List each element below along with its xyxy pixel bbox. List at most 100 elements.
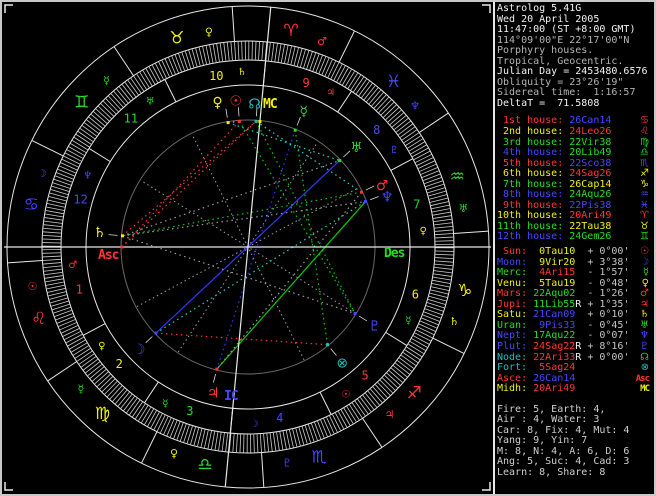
ic-label: IC: [224, 389, 238, 404]
house-cusp-value: 24Gem26: [569, 231, 612, 243]
leo-icon: ♌: [640, 126, 649, 138]
degree-tick: [413, 150, 431, 161]
sign-boundary: [338, 30, 355, 63]
degree-tick: [417, 326, 435, 335]
degree-tick: [340, 409, 351, 426]
degree-tick: [45, 213, 63, 218]
planet-row: Midh: 20Ari49 MC: [497, 384, 654, 395]
degree-tick: [135, 403, 146, 420]
degree-tick: [148, 66, 159, 83]
degree-tick: [408, 141, 425, 152]
house-ruler-glyph: ☉: [341, 389, 350, 400]
degree-tick: [314, 422, 322, 440]
degree-tick: [54, 310, 72, 317]
corner-bracket: [482, 4, 491, 13]
degree-tick: [138, 405, 149, 422]
house-number: 2: [116, 357, 123, 371]
mc-marker: [258, 120, 262, 124]
degree-tick: [279, 431, 284, 450]
sun-icon: ☉: [640, 246, 649, 258]
house-ruler-glyph: ♂: [68, 260, 77, 271]
degree-tick: [327, 60, 336, 78]
degree-tick: [46, 206, 65, 211]
planet-position-value: 24Sag22: [527, 340, 576, 352]
degree-tick: [317, 420, 325, 438]
house-cusp-spoke: [144, 381, 159, 404]
degree-tick: [53, 178, 72, 186]
degree-tick: [416, 157, 434, 166]
sign-boundary: [141, 431, 158, 464]
degree-tick: [43, 227, 62, 231]
degree-tick: [323, 418, 332, 436]
degree-tick: [59, 322, 77, 331]
planet-position-value: 0Tau10: [527, 246, 576, 258]
degree-tick: [424, 308, 443, 316]
degree-tick: [269, 433, 273, 452]
house-cusp-spoke: [88, 148, 111, 163]
header-line: Astrolog 5.41G: [497, 3, 582, 14]
sagittarius-ruler-glyph: ♃: [385, 408, 395, 421]
degree-tick: [225, 433, 229, 452]
degree-tick: [42, 235, 61, 237]
degree-tick: [211, 431, 216, 450]
degree-tick: [405, 135, 422, 146]
mars-marker: [359, 190, 363, 194]
degree-tick: [46, 281, 64, 286]
degree-tick: [239, 434, 242, 453]
degree-tick: [202, 46, 207, 65]
degree-tick: [434, 225, 453, 229]
planet-position-value: 5Sag24: [527, 362, 576, 374]
degree-tick: [132, 401, 143, 418]
degree-tick: [43, 268, 62, 272]
degree-tick: [421, 317, 439, 326]
degree-tick: [272, 432, 277, 451]
leo-ruler-glyph: ☉: [28, 280, 38, 293]
house-ruler-glyph: ♀: [419, 226, 426, 237]
element-statistics-block: Fire: 5, Earth: 4, Air : 4, Water: 3 Car: …: [497, 404, 654, 479]
degree-tick: [351, 402, 363, 419]
degree-tick: [221, 432, 225, 451]
degree-tick: [214, 432, 219, 450]
degree-tick: [66, 149, 83, 159]
taurus-sign-glyph: ♉: [169, 29, 184, 49]
degree-tick: [72, 140, 88, 151]
pointer-line: [330, 348, 337, 356]
planet-velocity: + 8°16': [581, 340, 630, 352]
planet-label: Sun:: [497, 246, 528, 258]
planet-label: Plut:: [497, 340, 528, 352]
house-cusp-spoke: [390, 158, 414, 171]
midheaven-icon: MC: [640, 384, 650, 395]
degree-tick: [332, 414, 341, 431]
degree-tick: [60, 162, 78, 171]
degree-tick: [43, 262, 62, 265]
degree-tick: [410, 144, 427, 155]
degree-tick: [64, 331, 81, 340]
degree-tick: [44, 275, 63, 279]
degree-tick: [284, 45, 289, 64]
degree-tick: [44, 220, 63, 224]
degree-tick: [420, 320, 437, 329]
degree-tick: [151, 64, 162, 82]
house-number: 6: [412, 288, 419, 302]
chart-header-block: Astrolog 5.41G Wed 20 April 2005 11:47:00 …: [497, 3, 654, 109]
stat-line: Learn: 8, Share: 8: [497, 466, 606, 478]
degree-tick: [326, 417, 335, 434]
uranus-glyph: ♅: [350, 140, 363, 156]
degree-tick: [434, 222, 453, 226]
chart-panel: ♈ ♂ ♉ ♀ ♊ ☿ ♋ ☽ ♌ ☉ ♍ ☿ ♎ ♀ ♏ ♇ ♐ ♃ ♑ ♄ ♒ ♅ ♓ ♆ 1 ♂ 2 ♀ 3 ☿ 4 ☽ 5 ☉ 6 ☿ 7 ♀ 8 ♇…: [2, 2, 495, 494]
sagittarius-sign-glyph: ♐: [407, 384, 422, 404]
degree-tick: [62, 328, 80, 337]
capricorn-sign-glyph: ♑: [457, 281, 472, 301]
asc-label: Asc: [98, 248, 119, 263]
degree-tick: [68, 146, 85, 156]
leo-sign-glyph: ♌: [31, 309, 46, 329]
degree-tick: [267, 42, 271, 61]
degree-tick: [147, 410, 157, 427]
sign-boundary: [362, 417, 383, 448]
degree-tick: [259, 434, 262, 453]
uranus-marker: [338, 159, 342, 163]
aquarius-ruler-glyph: ♅: [459, 202, 469, 215]
degree-tick: [218, 432, 222, 451]
degree-tick: [309, 52, 317, 71]
ascendant-icon: Asc: [635, 373, 650, 384]
